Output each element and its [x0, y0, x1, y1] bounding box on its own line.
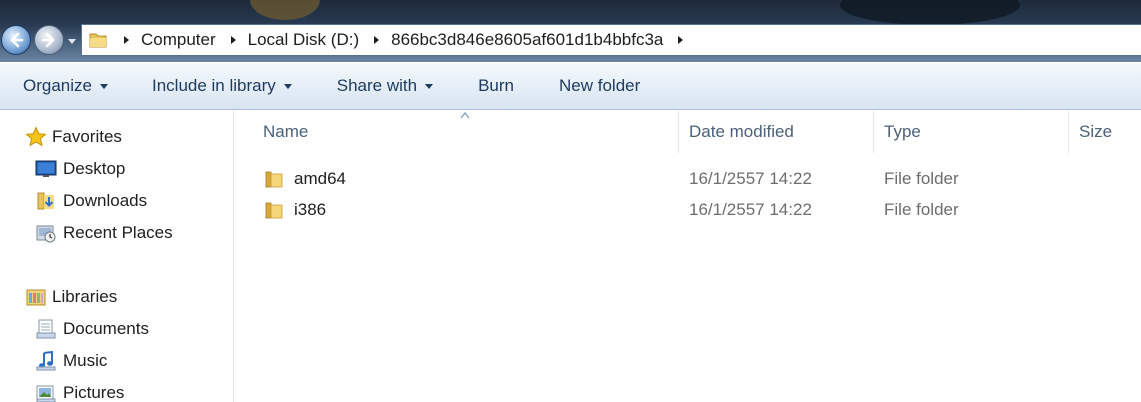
breadcrumb-local-disk[interactable]: Local Disk (D:) [216, 25, 359, 55]
sort-ascending-icon [460, 111, 470, 119]
file-name: i386 [294, 200, 327, 219]
nav-item-label: Favorites [52, 127, 122, 146]
organize-label: Organize [23, 76, 92, 95]
folder-icon [265, 171, 283, 188]
file-type: File folder [884, 200, 959, 219]
nav-documents[interactable]: Documents [34, 314, 264, 344]
desktop-icon [34, 157, 58, 181]
nav-music[interactable]: Music [34, 346, 264, 376]
downloads-folder-icon [34, 189, 58, 213]
burn-label: Burn [478, 76, 515, 95]
nav-downloads[interactable]: Downloads [34, 186, 264, 216]
nav-item-label: Pictures [63, 383, 125, 402]
chevron-down-icon [425, 83, 434, 89]
column-header-label: Date modified [689, 122, 794, 141]
include-in-library-label: Include in library [151, 76, 276, 95]
command-bar: Organize Include in library Share with B… [0, 62, 1141, 110]
navigation-pane: Favorites Desktop Downloads Recent Place… [0, 111, 234, 402]
address-bar[interactable]: Computer Local Disk (D:) 866bc3d846e8605… [81, 24, 1141, 56]
file-date-modified: 16/1/2557 14:22 [689, 169, 812, 188]
star-icon [24, 125, 48, 149]
column-header-label: Name [263, 122, 309, 141]
nav-item-label: Downloads [63, 191, 148, 210]
breadcrumb-label[interactable]: Computer [141, 30, 216, 50]
recent-pages-dropdown[interactable] [67, 36, 77, 46]
file-name: amd64 [294, 169, 346, 188]
burn-button[interactable]: Burn [478, 63, 514, 109]
chevron-right-icon[interactable] [228, 35, 238, 45]
chevron-right-icon[interactable] [121, 35, 131, 45]
breadcrumb-computer[interactable]: Computer [109, 25, 216, 55]
column-divider[interactable] [1068, 111, 1069, 153]
column-header-label: Size [1079, 122, 1113, 141]
share-with-label: Share with [336, 76, 418, 95]
pictures-icon [34, 381, 58, 402]
documents-icon [34, 317, 58, 341]
nav-item-label: Desktop [63, 159, 126, 178]
recent-places-icon [34, 221, 58, 245]
forward-button[interactable] [34, 25, 64, 55]
nav-item-label: Libraries [52, 287, 118, 306]
share-with-button[interactable]: Share with [336, 63, 434, 109]
nav-item-label: Documents [63, 319, 149, 338]
new-folder-label: New folder [559, 76, 641, 95]
breadcrumb-label[interactable]: 866bc3d846e8605af601d1b4bbfc3a [391, 30, 663, 50]
new-folder-button[interactable]: New folder [559, 63, 640, 109]
column-header-label: Type [884, 122, 921, 141]
chevron-right-icon[interactable] [371, 35, 381, 45]
column-header-size[interactable]: Size [1079, 111, 1112, 153]
chevron-down-icon [99, 83, 108, 89]
arrow-right-icon [41, 32, 55, 48]
table-row[interactable]: amd64 16/1/2557 14:22 File folder [235, 164, 1141, 194]
file-list: Name Date modified Type Size amd64 16/1/… [235, 111, 1141, 402]
include-in-library-button[interactable]: Include in library [152, 63, 292, 109]
background-decor [840, 0, 1020, 25]
back-button[interactable] [1, 25, 31, 55]
organize-button[interactable]: Organize [23, 63, 108, 109]
column-header-date-modified[interactable]: Date modified [689, 111, 794, 153]
title-bar: Computer Local Disk (D:) 866bc3d846e8605… [0, 0, 1141, 62]
column-divider[interactable] [678, 111, 679, 153]
nav-item-label: Music [63, 351, 108, 370]
column-divider[interactable] [873, 111, 874, 153]
folder-icon [89, 33, 107, 48]
file-date-modified: 16/1/2557 14:22 [689, 200, 812, 219]
libraries-icon [24, 285, 48, 309]
nav-recent-places[interactable]: Recent Places [34, 218, 264, 248]
nav-item-label: Recent Places [63, 223, 173, 242]
breadcrumb-current-folder[interactable]: 866bc3d846e8605af601d1b4bbfc3a [359, 25, 695, 55]
nav-favorites[interactable]: Favorites [24, 122, 254, 152]
column-header-name[interactable]: Name [263, 111, 308, 153]
nav-pictures[interactable]: Pictures [34, 378, 264, 402]
chevron-right-icon[interactable] [675, 35, 685, 45]
folder-icon [265, 202, 283, 219]
breadcrumb-label[interactable]: Local Disk (D:) [248, 30, 359, 50]
background-decor [250, 0, 320, 20]
chevron-down-icon [283, 83, 292, 89]
nav-libraries[interactable]: Libraries [24, 282, 254, 312]
file-type: File folder [884, 169, 959, 188]
arrow-left-icon [10, 32, 24, 48]
nav-desktop[interactable]: Desktop [34, 154, 264, 184]
music-icon [34, 349, 58, 373]
column-header-type[interactable]: Type [884, 111, 921, 153]
table-row[interactable]: i386 16/1/2557 14:22 File folder [235, 195, 1141, 225]
